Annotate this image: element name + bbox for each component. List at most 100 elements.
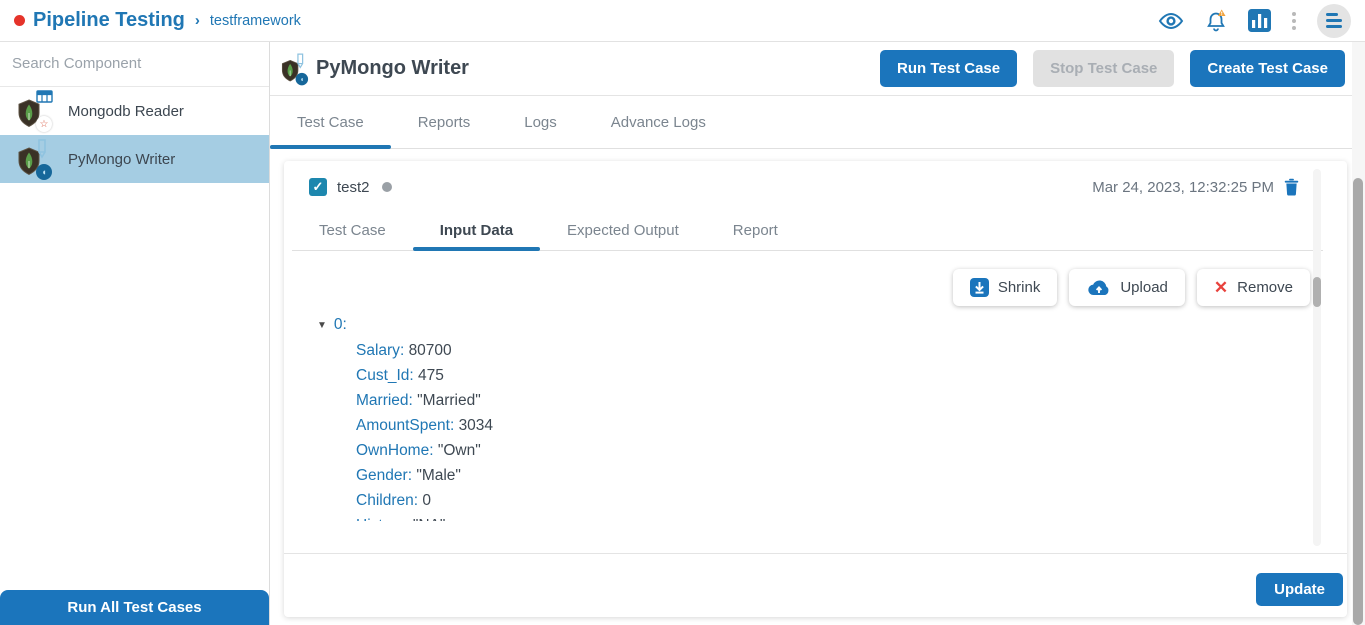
json-node-toggle[interactable]: ▼0:: [317, 312, 1307, 338]
card-scrollbar-thumb[interactable]: [1313, 277, 1321, 307]
mongodb-component-icon: ☆ ◖: [16, 138, 56, 180]
sidebar-component-item[interactable]: ☆ ◖ Mongodb Reader: [0, 87, 269, 135]
main-tab-bar: Test Case Reports Logs Advance Logs: [270, 96, 1365, 149]
create-test-case-button[interactable]: Create Test Case: [1190, 50, 1345, 87]
test-case-tab[interactable]: Input Data: [413, 211, 540, 250]
sidebar-component-item[interactable]: ☆ ◖ PyMongo Writer: [0, 135, 269, 183]
remove-x-icon: ✕: [1214, 279, 1228, 296]
chevron-right-icon: ›: [195, 12, 200, 29]
delete-test-case-icon[interactable]: [1282, 177, 1301, 197]
tab-label: Expected Output: [567, 222, 679, 239]
analytics-icon[interactable]: [1248, 9, 1271, 32]
json-field-row: OwnHome: "Own": [356, 438, 1307, 463]
component-name: PyMongo Writer: [68, 151, 175, 168]
caret-down-icon: ▼: [317, 320, 327, 331]
json-value: 3034: [459, 417, 493, 434]
main-tab[interactable]: Reports: [391, 96, 498, 148]
mongodb-component-icon: ☆ ◖: [16, 90, 56, 132]
main-tab[interactable]: Advance Logs: [584, 96, 733, 148]
search-box: [0, 42, 269, 87]
tab-label: Report: [733, 222, 778, 239]
test-case-checkbox[interactable]: ✓: [309, 178, 327, 196]
json-key: History: [356, 517, 404, 521]
upload-cloud-icon: [1086, 279, 1111, 297]
card-footer: Update: [284, 553, 1347, 617]
pen-icon: [36, 138, 48, 160]
more-vertical-icon[interactable]: [1290, 12, 1298, 30]
remove-label: Remove: [1237, 279, 1293, 296]
json-value: 80700: [409, 342, 452, 359]
run-all-test-cases-button[interactable]: Run All Test Cases: [0, 590, 269, 625]
main-panel: ◖ PyMongo Writer Run Test Case Stop Test…: [270, 42, 1365, 625]
search-input[interactable]: [12, 55, 257, 72]
fish-badge-icon: ◖: [36, 164, 52, 180]
app-title[interactable]: Pipeline Testing: [33, 9, 185, 32]
json-key: Salary: [356, 342, 400, 359]
upload-button[interactable]: Upload: [1069, 269, 1185, 306]
shrink-label: Shrink: [998, 279, 1041, 296]
json-key: Children: [356, 492, 414, 509]
json-key: AmountSpent: [356, 417, 450, 434]
json-field-row: Gender: "Male": [356, 463, 1307, 488]
shrink-icon: [970, 278, 989, 297]
json-value: "NA": [413, 517, 446, 521]
breadcrumb-item[interactable]: testframework: [210, 13, 301, 29]
json-fields: Salary: 80700Cust_Id: 475Married: "Marri…: [356, 338, 1307, 521]
stop-test-case-button[interactable]: Stop Test Case: [1033, 50, 1174, 87]
tab-label: Advance Logs: [611, 114, 706, 131]
tab-label: Input Data: [440, 222, 513, 239]
run-test-case-button[interactable]: Run Test Case: [880, 50, 1017, 87]
tab-label: Reports: [418, 114, 471, 131]
json-field-row: Married: "Married": [356, 388, 1307, 413]
test-case-tab-bar: Test Case Input Data Expected Output Rep…: [292, 211, 1323, 251]
test-case-tab[interactable]: Test Case: [292, 211, 413, 250]
main-tab[interactable]: Test Case: [270, 96, 391, 148]
test-case-card: ✓ test2 Mar 24, 2023, 12:32:25 PM Test C…: [284, 161, 1347, 617]
json-key: OwnHome: [356, 442, 429, 459]
json-value: "Own": [438, 442, 481, 459]
pymongo-writer-icon: ◖: [280, 52, 311, 85]
component-list: ☆ ◖ Mongodb Reader ☆ ◖ PyMongo Writer: [0, 87, 269, 183]
json-value: "Male": [416, 467, 461, 484]
table-icon: [36, 90, 53, 104]
json-field-row: History: "NA": [356, 513, 1307, 521]
input-data-viewport[interactable]: ▼0: Salary: 80700Cust_Id: 475Married: "M…: [317, 312, 1307, 521]
json-field-row: AmountSpent: 3034: [356, 413, 1307, 438]
app-window: Pipeline Testing › testframework: [0, 0, 1365, 625]
pen-icon: [296, 52, 305, 69]
json-value: 0: [422, 492, 431, 509]
top-bar: Pipeline Testing › testframework: [0, 0, 1365, 42]
tab-label: Test Case: [297, 114, 364, 131]
shrink-button[interactable]: Shrink: [953, 269, 1058, 306]
test-case-header-row: ✓ test2 Mar 24, 2023, 12:32:25 PM: [284, 161, 1347, 197]
test-case-tab[interactable]: Expected Output: [540, 211, 706, 250]
component-sidebar: ☆ ◖ Mongodb Reader ☆ ◖ PyMongo Writer: [0, 42, 270, 625]
test-case-timestamp: Mar 24, 2023, 12:32:25 PM: [1092, 179, 1274, 196]
test-status-dot-icon: [382, 182, 392, 192]
window-scrollbar-thumb[interactable]: [1353, 178, 1363, 625]
input-data-toolbar: Shrink Upload ✕ Remove: [284, 269, 1310, 306]
json-key: Cust_Id: [356, 367, 409, 384]
test-case-tab[interactable]: Report: [706, 211, 805, 250]
upload-label: Upload: [1120, 279, 1168, 296]
json-value: "Married": [417, 392, 481, 409]
eye-icon[interactable]: [1158, 10, 1184, 32]
topbar-icons: [1158, 4, 1351, 38]
json-field-row: Salary: 80700: [356, 338, 1307, 363]
component-name: Mongodb Reader: [68, 103, 184, 120]
breadcrumb[interactable]: Pipeline Testing › testframework: [14, 9, 301, 32]
json-key: Gender: [356, 467, 408, 484]
page-title: PyMongo Writer: [316, 57, 469, 80]
main-tab[interactable]: Logs: [497, 96, 584, 148]
remove-button[interactable]: ✕ Remove: [1197, 269, 1310, 306]
card-scrollbar: [1313, 169, 1321, 546]
notification-bell-icon[interactable]: [1203, 8, 1229, 34]
test-case-actions: Run Test Case Stop Test Case Create Test…: [880, 50, 1345, 87]
update-button[interactable]: Update: [1256, 573, 1343, 606]
tab-label: Logs: [524, 114, 557, 131]
main-header: ◖ PyMongo Writer Run Test Case Stop Test…: [270, 42, 1365, 96]
json-value: 475: [418, 367, 444, 384]
star-badge-icon: ☆: [36, 116, 52, 132]
test-case-name: test2: [337, 179, 370, 196]
menu-list-icon[interactable]: [1317, 4, 1351, 38]
